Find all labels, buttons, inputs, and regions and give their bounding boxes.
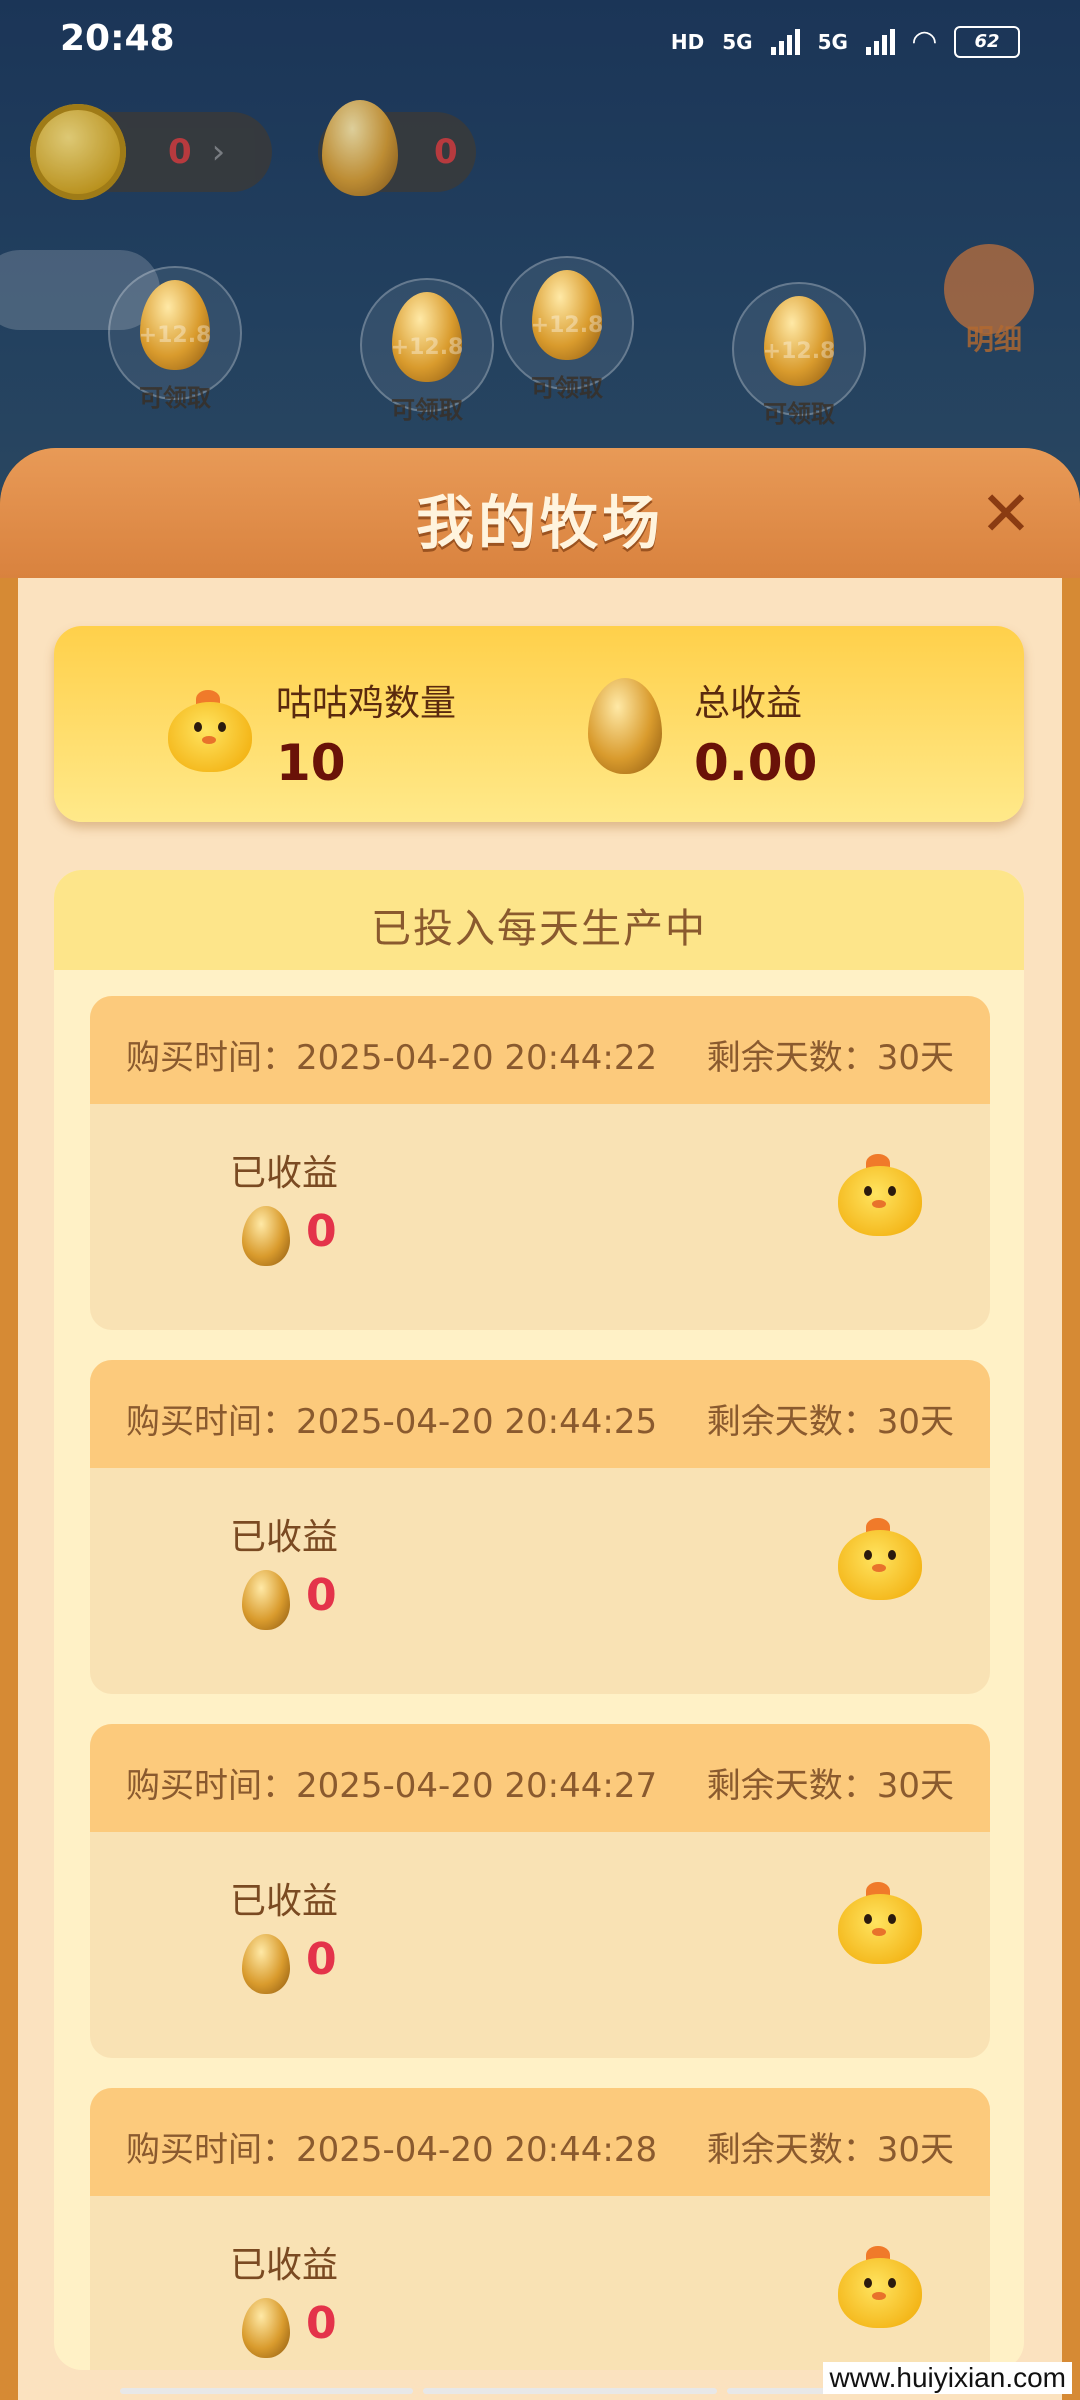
watermark: www.huiyixian.com	[823, 2362, 1072, 2394]
close-button[interactable]: ✕	[980, 483, 1032, 545]
chicken-count-label: 咕咕鸡数量	[276, 683, 457, 724]
earned-label: 已收益	[230, 1153, 339, 1194]
remaining-days: 剩余天数：30天	[706, 1038, 954, 1078]
coin-count: 0	[168, 132, 192, 172]
egg-icon	[322, 100, 398, 196]
egg-icon	[242, 1206, 290, 1266]
earned-label: 已收益	[230, 1517, 339, 1558]
wifi-icon: ◠	[912, 24, 936, 59]
battery-icon: 62	[954, 25, 1020, 58]
order-header: 购买时间：2025-04-20 20:44:27 剩余天数：30天	[90, 1724, 990, 1832]
bubble-claim-label: 可领取	[139, 384, 211, 412]
earned-value: 0	[306, 1934, 337, 1985]
order-card: 购买时间：2025-04-20 20:44:25 剩余天数：30天 已收益 0	[90, 1360, 990, 1694]
remaining-days: 剩余天数：30天	[706, 1766, 954, 1806]
earned-label: 已收益	[230, 1881, 339, 1922]
bubble-bonus: +12.8	[138, 323, 212, 348]
purchase-time: 购买时间：2025-04-20 20:44:25	[126, 1402, 658, 1442]
total-income-label: 总收益	[694, 683, 803, 724]
bubble-claim-label: 可领取	[763, 400, 835, 428]
coin-icon	[30, 104, 126, 200]
bubble-claim-label: 可领取	[531, 374, 603, 402]
earned-label: 已收益	[230, 2245, 339, 2286]
order-header: 购买时间：2025-04-20 20:44:25 剩余天数：30天	[90, 1360, 990, 1468]
earned-value: 0	[306, 1206, 337, 1257]
production-card: 已投入每天生产中 购买时间：2025-04-20 20:44:22 剩余天数：3…	[54, 870, 1024, 2370]
signal-icon-2	[865, 28, 895, 55]
egg-icon	[242, 1934, 290, 1994]
egg-bubble[interactable]: +12.8 可领取	[108, 266, 242, 412]
game-scene: 20:48 HD 5G 5G ◠ 62 0 › 0 +12.8 可领取 +12.…	[0, 0, 1080, 520]
detail-label: 明细	[965, 323, 1022, 356]
order-card: 购买时间：2025-04-20 20:44:22 剩余天数：30天 已收益 0	[90, 996, 990, 1330]
golden-egg-icon	[588, 678, 662, 774]
network-label-2: 5G	[817, 29, 848, 54]
ranch-modal: 我的牧场 ✕ 咕咕鸡数量 10 总收益 0.00 已投入每天生产中 购买时间：2…	[0, 448, 1080, 2400]
order-header: 购买时间：2025-04-20 20:44:22 剩余天数：30天	[90, 996, 990, 1104]
hd-icon: HD	[670, 29, 705, 54]
system-icons: HD 5G 5G ◠ 62	[671, 24, 1020, 59]
order-header: 购买时间：2025-04-20 20:44:28 剩余天数：30天	[90, 2088, 990, 2196]
egg-icon	[242, 1570, 290, 1630]
status-time: 20:48	[60, 18, 175, 59]
egg-pill[interactable]: 0	[318, 100, 476, 196]
bubble-bonus: +12.8	[390, 335, 464, 360]
egg-icon	[242, 2298, 290, 2358]
earned-value: 0	[306, 1570, 337, 1621]
network-label: 5G	[722, 29, 753, 54]
egg-count: 0	[434, 132, 458, 172]
remaining-days: 剩余天数：30天	[706, 2130, 954, 2170]
remaining-days: 剩余天数：30天	[706, 1402, 954, 1442]
bubble-bonus: +12.8	[530, 313, 604, 338]
production-header: 已投入每天生产中	[54, 870, 1024, 970]
modal-title: 我的牧场	[415, 489, 664, 557]
chevron-right-icon: ›	[211, 132, 226, 172]
purchase-time: 购买时间：2025-04-20 20:44:22	[126, 1038, 658, 1078]
egg-bubble[interactable]: +12.8 可领取	[732, 282, 866, 428]
purchase-time: 购买时间：2025-04-20 20:44:28	[126, 2130, 658, 2170]
egg-bubble[interactable]: +12.8 可领取	[360, 278, 494, 424]
bubble-bonus: +12.8	[762, 339, 836, 364]
order-card: 购买时间：2025-04-20 20:44:28 剩余天数：30天 已收益 0	[90, 2088, 990, 2370]
modal-header: 我的牧场 ✕	[0, 448, 1080, 578]
status-bar: 20:48 HD 5G 5G ◠ 62	[0, 0, 1080, 80]
egg-bubble[interactable]: +12.8 可领取	[500, 256, 634, 402]
chicken-count-value: 10	[276, 734, 346, 792]
modal-body: 咕咕鸡数量 10 总收益 0.00 已投入每天生产中 购买时间：2025-04-…	[18, 578, 1062, 2400]
production-title: 已投入每天生产中	[371, 906, 707, 952]
total-income-value: 0.00	[694, 734, 818, 792]
chick-icon	[160, 682, 260, 782]
summary-card: 咕咕鸡数量 10 总收益 0.00	[54, 626, 1024, 822]
purchase-time: 购买时间：2025-04-20 20:44:27	[126, 1766, 658, 1806]
signal-icon	[770, 28, 800, 55]
coin-pill[interactable]: 0 ›	[30, 104, 272, 200]
earned-value: 0	[306, 2298, 337, 2349]
order-card: 购买时间：2025-04-20 20:44:27 剩余天数：30天 已收益 0	[90, 1724, 990, 2058]
